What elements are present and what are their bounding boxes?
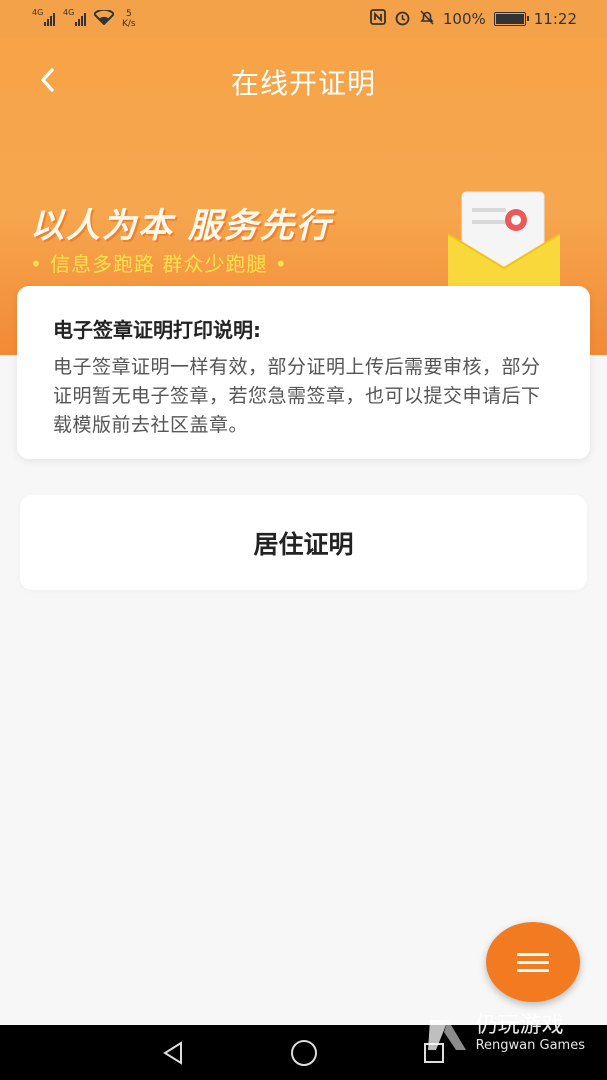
watermark: 仍玩游戏 Rengwan Games: [426, 1014, 585, 1054]
watermark-logo-icon: [427, 1020, 466, 1050]
notice-body: 电子签章证明一样有效，部分证明上传后需要审核，部分证明暂无电子签章，若您急需签章…: [53, 356, 541, 436]
page-title: 在线开证明: [230, 67, 376, 100]
menu-icon: [517, 948, 549, 977]
battery-percent: 100%: [442, 10, 486, 28]
wifi-icon: [92, 8, 116, 29]
banner-sub-slogan: • 信息多跑路 群众少跑腿 •: [30, 252, 288, 276]
nav-back-button[interactable]: [150, 1025, 196, 1080]
alarm-icon: [394, 9, 411, 30]
clock: 11:22: [533, 10, 577, 28]
nfc-icon: [369, 9, 386, 29]
cell-signal-icon-2: 4G: [63, 8, 86, 26]
triangle-back-icon: [163, 1040, 182, 1065]
net-speed: 5 K/s: [122, 9, 136, 29]
residence-certificate-button[interactable]: 居住证明: [20, 495, 587, 590]
notice-title: 电子签章证明打印说明:: [53, 318, 261, 342]
status-bar: 4G 4G 5 K/s 100% 11:22: [0, 0, 607, 38]
watermark-text: 仍玩游戏 Rengwan Games: [475, 1013, 585, 1054]
envelope-certificate-icon: [448, 191, 560, 288]
floating-menu-button[interactable]: [486, 922, 580, 1002]
notice-card: 电子签章证明打印说明: 电子签章证明一样有效，部分证明上传后需要审核，部分证明暂…: [17, 286, 590, 459]
mute-bell-icon: [419, 9, 435, 30]
battery-icon: [493, 12, 529, 26]
status-left: 4G 4G 5 K/s: [32, 8, 136, 29]
cell-signal-icon: 4G: [32, 8, 55, 26]
circle-home-icon: [291, 1039, 317, 1066]
nav-home-button[interactable]: [282, 1025, 326, 1080]
status-right: 100% 11:22: [369, 9, 577, 30]
banner-slogan: 以人为本 服务先行: [30, 206, 332, 246]
